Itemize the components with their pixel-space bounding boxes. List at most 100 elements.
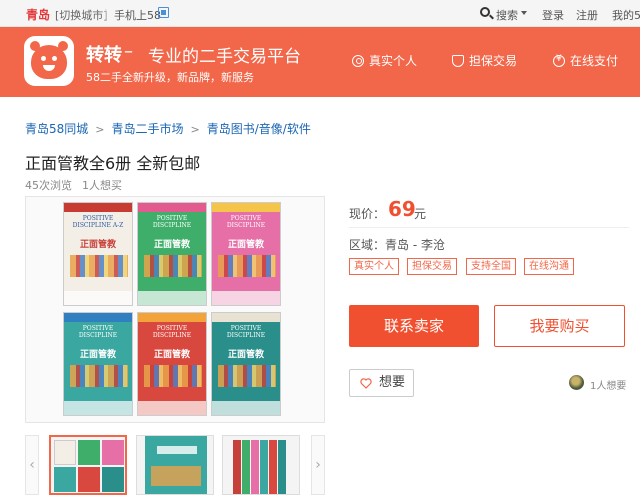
thumb-book xyxy=(78,440,100,465)
thumb-spine xyxy=(251,440,259,494)
login-link[interactable]: 登录 xyxy=(542,7,564,23)
thumbnail-3[interactable] xyxy=(222,435,300,495)
mobile-link[interactable]: 手机上58 xyxy=(114,7,161,23)
chevron-down-icon[interactable] xyxy=(521,11,527,15)
book-set-photo: POSITIVE DISCIPLINE A-Z 正面管教 POSITIVE DISC… xyxy=(63,202,281,419)
brand-slogan: 专业的二手交易平台 xyxy=(148,47,301,67)
book-series-label: POSITIVE DISCIPLINE xyxy=(78,325,118,339)
my58-link[interactable]: 我的58 xyxy=(612,7,640,23)
brand-dash: – xyxy=(124,41,133,62)
qr-code-icon[interactable] xyxy=(158,7,169,18)
feature-label: 真实个人 xyxy=(369,54,418,68)
book-band xyxy=(64,203,132,212)
book-cover: POSITIVE DISCIPLINE 正面管教 xyxy=(137,312,207,416)
book-illustration xyxy=(144,255,202,277)
thumbnail-prev-button[interactable]: ‹ xyxy=(25,435,39,495)
tag-online-chat: 在线沟通 xyxy=(524,258,574,275)
thumb-spine xyxy=(269,440,277,494)
book-illustration xyxy=(218,255,276,277)
book-footer xyxy=(64,401,132,415)
logo-eye xyxy=(52,56,57,61)
brand-name: 转转 xyxy=(86,45,122,66)
zhuanzhuan-logo[interactable] xyxy=(24,36,74,86)
book-series-label: POSITIVE DISCIPLINE xyxy=(152,215,192,229)
want-button[interactable]: 想要 xyxy=(349,369,414,397)
book-cover: POSITIVE DISCIPLINE 正面管教 xyxy=(137,202,207,306)
view-count: 45次浏览 xyxy=(25,179,72,192)
logo-face xyxy=(31,45,67,79)
search-link[interactable]: 搜索 xyxy=(496,7,518,23)
thumb-book xyxy=(102,440,124,465)
avatar[interactable] xyxy=(569,375,584,390)
price-value: 69 xyxy=(388,197,416,221)
thumb-book-art xyxy=(151,466,201,486)
current-city[interactable]: 青岛 xyxy=(26,6,50,23)
thumb-spine xyxy=(242,440,250,494)
book-cover: POSITIVE DISCIPLINE A-Z 正面管教 xyxy=(63,202,133,306)
book-illustration xyxy=(218,365,276,387)
brand-subslogan: 58二手全新升级，新品牌，新服务 xyxy=(86,71,254,84)
register-link[interactable]: 注册 xyxy=(576,7,598,23)
thumbnail-1[interactable] xyxy=(49,435,127,495)
breadcrumb-item[interactable]: 青岛图书/音像/软件 xyxy=(207,122,311,136)
book-footer xyxy=(64,291,132,305)
buy-button[interactable]: 我要购买 xyxy=(494,305,625,347)
book-title: 正面管教 xyxy=(153,240,190,250)
book-illustration xyxy=(70,365,128,387)
book-footer xyxy=(138,401,206,415)
book-series-label: POSITIVE DISCIPLINE A-Z xyxy=(72,215,124,229)
tag-guarantee: 担保交易 xyxy=(407,258,457,275)
book-band xyxy=(138,313,206,322)
feature-guarantee: 担保交易 xyxy=(452,52,517,69)
thumb-spine xyxy=(260,440,268,494)
search-icon[interactable] xyxy=(480,7,490,17)
switch-city-link[interactable]: [切换城市] xyxy=(55,7,108,23)
logo-eye xyxy=(41,56,46,61)
price-unit: 元 xyxy=(414,207,427,221)
thumbnail-next-button[interactable]: › xyxy=(311,435,325,495)
want-buy-count: 1人想买 xyxy=(82,179,122,192)
book-title: 正面管教 xyxy=(79,240,116,250)
breadcrumb: 青岛58同城 > 青岛二手市场 > 青岛图书/音像/软件 xyxy=(25,120,311,137)
feature-real-person: 真实个人 xyxy=(352,52,417,69)
book-series-label: POSITIVE DISCIPLINE xyxy=(152,325,192,339)
breadcrumb-item[interactable]: 青岛二手市场 xyxy=(112,122,184,136)
tag-nationwide: 支持全国 xyxy=(466,258,516,275)
chevron-right-icon: > xyxy=(190,123,200,136)
thumb-book xyxy=(54,440,76,465)
tag-real-person: 真实个人 xyxy=(349,258,399,275)
product-main-image[interactable]: POSITIVE DISCIPLINE A-Z 正面管教 POSITIVE DISC… xyxy=(25,196,325,423)
book-title: 正面管教 xyxy=(153,350,190,360)
book-footer xyxy=(138,291,206,305)
book-title: 正面管教 xyxy=(227,350,264,360)
book-title: 正面管教 xyxy=(79,350,116,360)
thumb-book-title xyxy=(157,446,197,454)
book-series-label: POSITIVE DISCIPLINE xyxy=(226,215,266,229)
contact-seller-button[interactable]: 联系卖家 xyxy=(349,305,479,347)
people-icon xyxy=(352,55,364,67)
feature-online-pay: 在线支付 xyxy=(553,52,618,69)
chevron-right-icon: > xyxy=(95,123,105,136)
thumb-spine xyxy=(278,440,286,494)
book-illustration xyxy=(144,365,202,387)
thumbnail-2[interactable] xyxy=(136,435,214,495)
book-cover: POSITIVE DISCIPLINE 正面管教 xyxy=(211,312,281,416)
price-label: 现价： xyxy=(349,207,386,221)
book-band xyxy=(64,313,132,322)
book-footer xyxy=(212,291,280,305)
book-band xyxy=(138,203,206,212)
shield-icon xyxy=(452,55,464,67)
book-cover: POSITIVE DISCIPLINE 正面管教 xyxy=(63,312,133,416)
header-banner: 转转 – 专业的二手交易平台 58二手全新升级，新品牌，新服务 真实个人 担保交… xyxy=(0,27,640,97)
thumb-book xyxy=(78,467,100,492)
want-count: 1人想要 xyxy=(590,381,627,392)
thumb-book xyxy=(54,467,76,492)
book-illustration xyxy=(70,255,128,277)
yen-icon xyxy=(553,54,565,67)
heart-icon xyxy=(360,378,372,389)
book-series-label: POSITIVE DISCIPLINE xyxy=(226,325,266,339)
breadcrumb-item[interactable]: 青岛58同城 xyxy=(25,122,88,136)
feature-label: 担保交易 xyxy=(469,54,518,68)
book-band xyxy=(212,313,280,322)
book-footer xyxy=(212,401,280,415)
